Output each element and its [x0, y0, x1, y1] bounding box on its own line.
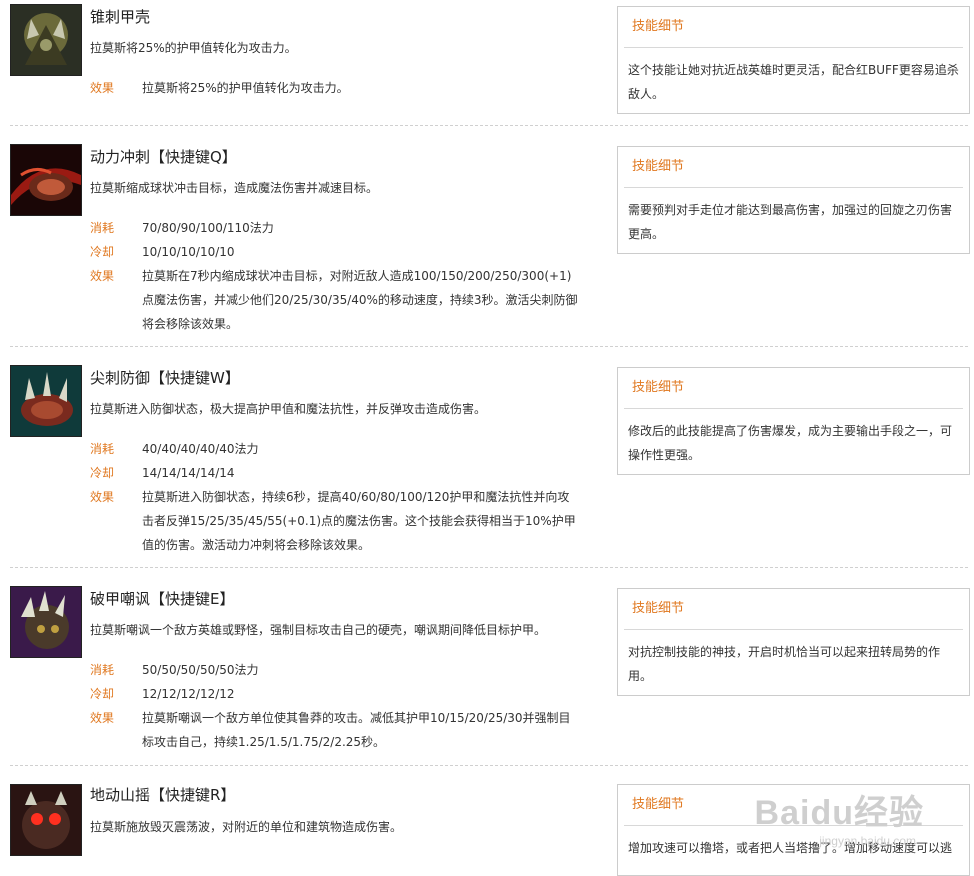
skill-detail-box: 技能细节 对抗控制技能的神技，开启时机恰当可以起来扭转局势的作用。 [617, 588, 970, 696]
watermark-url: jingyan.baidu.com [819, 834, 916, 848]
detail-heading: 技能细节 [624, 147, 963, 188]
powerball-icon [10, 144, 82, 216]
detail-text: 这个技能让她对抗近战英雄时更灵活，配合红BUFF更容易追杀敌人。 [628, 63, 959, 101]
cooldown-value: 14/14/14/14/14 [142, 466, 235, 480]
skill-detail-box: 技能细节 修改后的此技能提高了伤害爆发，成为主要输出手段之一，可操作性更强。 [617, 367, 970, 475]
cost-value: 40/40/40/40/40法力 [142, 442, 259, 456]
skill-desc: 拉莫斯嘲讽一个敌方英雄或野怪，强制目标攻击自己的硬壳，嘲讽期间降低目标护甲。 [90, 623, 547, 637]
detail-text: 对抗控制技能的神技，开启时机恰当可以起来扭转局势的作用。 [628, 645, 941, 683]
cooldown-label: 冷却 [90, 245, 115, 259]
skill-name: 动力冲刺【快捷键Q】 [90, 148, 237, 166]
skill-desc: 拉莫斯施放毁灭震荡波，对附近的单位和建筑物造成伤害。 [90, 820, 403, 834]
skill-detail-box: 技能细节 需要预判对手走位才能达到最高伤害，加强过的回旋之刃伤害更高。 [617, 146, 970, 254]
detail-heading: 技能细节 [624, 368, 963, 409]
cooldown-value: 12/12/12/12/12 [142, 687, 235, 701]
cooldown-label: 冷却 [90, 687, 115, 701]
effect-value: 拉莫斯在7秒内缩成球状冲击目标，对附近敌人造成100/150/200/250/3… [142, 269, 578, 331]
detail-text: 需要预判对手走位才能达到最高伤害，加强过的回旋之刃伤害更高。 [628, 203, 953, 241]
defensive-ball-curl-icon [10, 365, 82, 437]
skill-name: 地动山摇【快捷键R】 [90, 786, 236, 804]
skill-name: 破甲嘲讽【快捷键E】 [90, 590, 235, 608]
cooldown-value: 10/10/10/10/10 [142, 245, 235, 259]
detail-heading: 技能细节 [624, 7, 963, 48]
effect-value: 拉莫斯嘲讽一个敌方单位使其鲁莽的攻击。减低其护甲10/15/20/25/30并强… [142, 711, 571, 749]
cost-value: 70/80/90/100/110法力 [142, 221, 274, 235]
divider [10, 346, 968, 347]
skill-name: 锥刺甲壳 [90, 8, 151, 26]
skill-name: 尖刺防御【快捷键W】 [90, 369, 240, 387]
armordillo-passive-icon [10, 4, 82, 76]
detail-heading: 技能细节 [624, 589, 963, 630]
divider [10, 567, 968, 568]
skill-detail-box: 技能细节 这个技能让她对抗近战英雄时更灵活，配合红BUFF更容易追杀敌人。 [617, 6, 970, 114]
divider [10, 125, 968, 126]
divider [10, 765, 968, 766]
effect-label: 效果 [90, 490, 115, 504]
effect-label: 效果 [90, 81, 115, 95]
cost-label: 消耗 [90, 442, 115, 456]
effect-label: 效果 [90, 711, 115, 725]
effect-value: 拉莫斯进入防御状态，持续6秒，提高40/60/80/100/120护甲和魔法抗性… [142, 490, 576, 552]
tremors-icon [10, 784, 82, 856]
cost-label: 消耗 [90, 663, 115, 677]
detail-text: 修改后的此技能提高了伤害爆发，成为主要输出手段之一，可操作性更强。 [628, 424, 953, 462]
skill-desc: 拉莫斯将25%的护甲值转化为攻击力。 [90, 41, 297, 55]
cooldown-label: 冷却 [90, 466, 115, 480]
cost-value: 50/50/50/50/50法力 [142, 663, 259, 677]
skill-desc: 拉莫斯缩成球状冲击目标，造成魔法伤害并减速目标。 [90, 181, 379, 195]
watermark-brand: Baidu经验 [754, 794, 924, 832]
effect-label: 效果 [90, 269, 115, 283]
skill-desc: 拉莫斯进入防御状态，极大提高护甲值和魔法抗性，并反弹攻击造成伤害。 [90, 402, 487, 416]
effect-value: 拉莫斯将25%的护甲值转化为攻击力。 [142, 81, 349, 95]
puncturing-taunt-icon [10, 586, 82, 658]
cost-label: 消耗 [90, 221, 115, 235]
